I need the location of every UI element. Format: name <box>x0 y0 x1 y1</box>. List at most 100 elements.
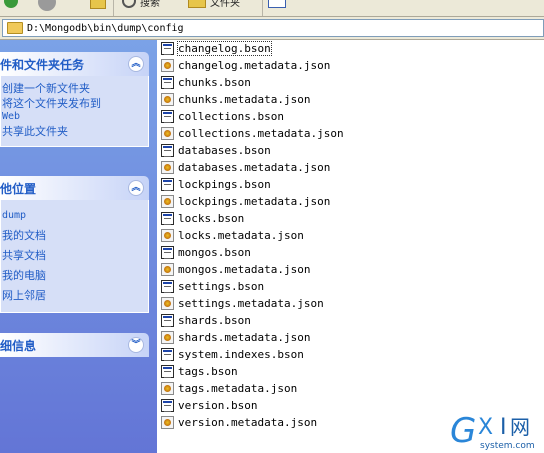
file-name: chunks.metadata.json <box>178 93 311 106</box>
file-row[interactable]: settings.bson <box>161 278 264 295</box>
file-row[interactable]: chunks.metadata.json <box>161 91 310 108</box>
json-file-icon <box>161 416 174 429</box>
bson-file-icon <box>161 314 174 327</box>
address-field[interactable]: D:\Mongodb\bin\dump\config <box>2 19 544 37</box>
file-name: mongos.bson <box>178 246 251 259</box>
file-name: locks.metadata.json <box>178 229 304 242</box>
file-row[interactable]: collections.metadata.json <box>161 125 344 142</box>
file-row[interactable]: version.metadata.json <box>161 414 317 431</box>
place-my-computer[interactable]: 我的电脑 <box>1 266 148 286</box>
watermark-brand-net: 网 <box>510 415 530 439</box>
address-path: D:\Mongodb\bin\dump\config <box>27 22 184 34</box>
folders-icon <box>188 0 206 8</box>
json-file-icon <box>161 59 174 72</box>
task-pane: 件和文件夹任务 ︽ 创建一个新文件夹 将这个文件夹发布到 Web 共享此文件夹 … <box>0 40 157 453</box>
task-new-folder[interactable]: 创建一个新文件夹 <box>1 80 148 97</box>
file-row[interactable]: collections.bson <box>161 108 284 125</box>
search-label: 搜索 <box>140 0 160 9</box>
watermark-logo: G X I 网 system.com <box>450 411 535 451</box>
file-name: chunks.bson <box>178 76 251 89</box>
file-row[interactable]: changelog.metadata.json <box>161 57 330 74</box>
file-name: tags.metadata.json <box>178 382 298 395</box>
file-row[interactable]: system.indexes.bson <box>161 346 304 363</box>
file-name: system.indexes.bson <box>178 348 304 361</box>
file-row[interactable]: shards.bson <box>161 312 251 329</box>
other-places-header[interactable]: 他位置 ︽ <box>0 176 149 200</box>
up-folder-button[interactable] <box>90 0 106 9</box>
address-bar: D:\Mongodb\bin\dump\config <box>0 17 544 40</box>
file-name: version.bson <box>178 399 258 412</box>
other-places-title: 他位置 <box>0 182 37 196</box>
file-row[interactable]: databases.bson <box>161 142 271 159</box>
place-dump[interactable]: dump <box>1 206 148 226</box>
up-folder-icon <box>90 0 106 9</box>
file-row[interactable]: lockpings.metadata.json <box>161 193 330 210</box>
collapse-chevron-icon[interactable]: ︽ <box>128 180 144 196</box>
file-name: shards.metadata.json <box>178 331 311 344</box>
views-button[interactable] <box>268 0 286 8</box>
bson-file-icon <box>161 42 174 55</box>
file-row[interactable]: mongos.metadata.json <box>161 261 310 278</box>
file-row[interactable]: locks.metadata.json <box>161 227 304 244</box>
toolbar: 搜索 文件夹 <box>0 0 544 17</box>
bson-file-icon <box>161 280 174 293</box>
bson-file-icon <box>161 399 174 412</box>
collapse-chevron-icon[interactable]: ︽ <box>128 56 144 72</box>
forward-button[interactable] <box>38 0 56 11</box>
file-row[interactable]: chunks.bson <box>161 74 251 91</box>
file-row[interactable]: shards.metadata.json <box>161 329 310 346</box>
back-button[interactable] <box>4 0 18 8</box>
file-name: lockpings.bson <box>178 178 271 191</box>
folder-icon <box>7 22 23 34</box>
task-publish-folder-web[interactable]: Web <box>1 111 148 123</box>
place-network[interactable]: 网上邻居 <box>1 286 148 306</box>
back-arrow-icon <box>4 0 18 8</box>
other-places-panel: 他位置 ︽ dump 我的文档 共享文档 我的电脑 网上邻居 <box>0 176 149 313</box>
json-file-icon <box>161 229 174 242</box>
task-publish-folder[interactable]: 将这个文件夹发布到 <box>1 97 148 111</box>
file-tasks-panel: 件和文件夹任务 ︽ 创建一个新文件夹 将这个文件夹发布到 Web 共享此文件夹 <box>0 52 149 147</box>
file-name: shards.bson <box>178 314 251 327</box>
forward-arrow-icon <box>38 0 56 11</box>
file-row[interactable]: mongos.bson <box>161 244 251 261</box>
search-icon <box>122 0 136 8</box>
details-header[interactable]: 细信息 ︾ <box>0 333 149 357</box>
details-title: 细信息 <box>0 339 37 353</box>
file-row[interactable]: settings.metadata.json <box>161 295 324 312</box>
watermark-domain: system.com <box>480 441 535 451</box>
watermark-brand-g: G <box>450 411 476 451</box>
folders-button[interactable]: 文件夹 <box>188 0 240 9</box>
file-row[interactable]: tags.metadata.json <box>161 380 297 397</box>
file-row[interactable]: lockpings.bson <box>161 176 271 193</box>
file-row[interactable]: locks.bson <box>161 210 244 227</box>
file-name: locks.bson <box>178 212 245 225</box>
details-panel: 细信息 ︾ <box>0 333 149 357</box>
bson-file-icon <box>161 110 174 123</box>
expand-chevron-icon[interactable]: ︾ <box>128 337 144 353</box>
bson-file-icon <box>161 144 174 157</box>
file-name: tags.bson <box>178 365 238 378</box>
file-row[interactable]: version.bson <box>161 397 257 414</box>
search-button[interactable]: 搜索 <box>122 0 160 9</box>
file-tasks-header[interactable]: 件和文件夹任务 ︽ <box>0 52 149 76</box>
file-name: changelog.metadata.json <box>178 59 331 72</box>
place-shared-documents[interactable]: 共享文档 <box>1 246 148 266</box>
watermark-brand-x: X <box>478 415 493 440</box>
file-row[interactable]: databases.metadata.json <box>161 159 330 176</box>
json-file-icon <box>161 127 174 140</box>
file-tasks-title: 件和文件夹任务 <box>0 58 85 72</box>
bson-file-icon <box>161 212 174 225</box>
json-file-icon <box>161 263 174 276</box>
task-share-folder[interactable]: 共享此文件夹 <box>1 123 148 140</box>
views-icon <box>268 0 286 8</box>
file-row[interactable]: tags.bson <box>161 363 238 380</box>
watermark-brand-i: I <box>500 415 507 440</box>
other-places-body: dump 我的文档 共享文档 我的电脑 网上邻居 <box>0 200 149 313</box>
file-row[interactable]: changelog.bson <box>161 40 272 57</box>
json-file-icon <box>161 382 174 395</box>
place-my-documents[interactable]: 我的文档 <box>1 226 148 246</box>
bson-file-icon <box>161 246 174 259</box>
file-list: changelog.bson changelog.metadata.json chu… <box>161 40 544 453</box>
bson-file-icon <box>161 365 174 378</box>
file-name: version.metadata.json <box>178 416 318 429</box>
